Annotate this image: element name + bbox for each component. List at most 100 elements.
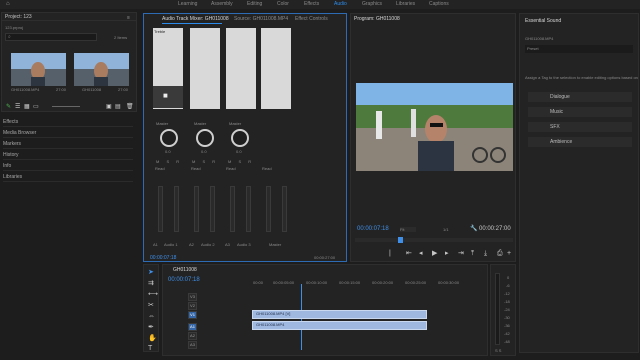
timeline-tab[interactable]: GH011008 [173, 267, 197, 273]
program-video-frame[interactable] [356, 83, 513, 171]
step-forward-icon[interactable]: ▸ [445, 250, 449, 257]
type-tool-icon[interactable]: T [148, 345, 152, 352]
automation-a1[interactable]: Read [155, 166, 165, 171]
video-clip[interactable]: GH011008.MP4 [V] [252, 310, 427, 319]
workspace-captions[interactable]: Captions [429, 1, 449, 7]
track-name-a2[interactable]: Audio 2 [201, 242, 215, 247]
preset-dropdown[interactable]: Preset [525, 45, 633, 53]
workspace-effects[interactable]: Effects [304, 1, 319, 7]
meter-solo-buttons[interactable]: S S [495, 348, 501, 353]
fit-dropdown[interactable]: Fit [400, 227, 416, 232]
list-view-icon[interactable]: ☰ [15, 103, 20, 110]
clip-thumbnail-2[interactable] [74, 53, 129, 86]
output-a1[interactable]: Master [156, 121, 168, 126]
slip-tool-icon[interactable]: ⇔ [148, 313, 155, 320]
audio-clip[interactable]: GH011008.MP4 [252, 321, 427, 330]
track-name-a1[interactable]: Audio 1 [164, 242, 178, 247]
new-item-icon[interactable]: ▤ [115, 103, 121, 110]
dialogue-button[interactable]: Dialogue [528, 92, 632, 102]
program-monitor-title[interactable]: Program: GH011008 [354, 16, 400, 22]
new-bin-icon[interactable]: ▣ [106, 103, 112, 110]
pan-knob-a2[interactable] [196, 129, 214, 147]
pan-knob-a3[interactable] [231, 129, 249, 147]
mute-solo-record-a2[interactable]: M S R [192, 159, 218, 164]
output-a3[interactable]: Master [229, 121, 241, 126]
sfx-button[interactable]: SFX [528, 122, 632, 132]
track-a3[interactable]: A3 [188, 341, 197, 349]
fader-master[interactable] [266, 186, 271, 232]
workspace-color[interactable]: Color [277, 1, 289, 7]
fader-a2[interactable] [194, 186, 199, 232]
pan-value-a2[interactable]: 0.0 [201, 149, 207, 154]
effects-inserts-master[interactable] [261, 28, 291, 109]
insert-treble[interactable]: Treble [153, 28, 183, 35]
mute-solo-record-a1[interactable]: M S R [156, 159, 182, 164]
program-scrubber[interactable] [355, 237, 513, 243]
mixer-timecode-current[interactable]: 00:00:07:18 [150, 255, 176, 261]
play-icon[interactable]: ▶ [432, 250, 437, 257]
hand-tool-icon[interactable]: ✋ [148, 335, 157, 342]
automation-a3[interactable]: Read [226, 166, 236, 171]
automation-master[interactable]: Read [262, 166, 272, 171]
track-v1[interactable]: V1 [188, 311, 197, 319]
track-a2[interactable]: A2 [188, 332, 197, 340]
tab-audio-track-mixer[interactable]: Audio Track Mixer: GH011008 [162, 16, 229, 22]
export-frame-icon[interactable]: ⎙ [497, 250, 503, 257]
track-name-a3[interactable]: Audio 3 [237, 242, 251, 247]
timeline-timecode[interactable]: 00:00:07:18 [168, 277, 200, 283]
selection-tool-icon[interactable]: ➤ [148, 269, 154, 276]
panel-media-browser[interactable]: Media Browser [3, 127, 133, 138]
step-back-icon[interactable]: ◂ [419, 250, 423, 257]
pan-value-a3[interactable]: 0.0 [236, 149, 242, 154]
panel-effects[interactable]: Effects [3, 116, 133, 127]
fader-a1[interactable] [158, 186, 163, 232]
panel-history[interactable]: History [3, 149, 133, 160]
lift-icon[interactable]: ⤒ [471, 250, 474, 257]
panel-menu-icon[interactable]: ≡ [127, 15, 130, 21]
freeform-view-icon[interactable]: ▭ [33, 103, 39, 110]
track-name-master[interactable]: Master [269, 242, 281, 247]
track-select-tool-icon[interactable]: ⇉ [148, 280, 154, 287]
playback-resolution-dropdown[interactable]: 1/1 [443, 227, 449, 232]
workspace-graphics[interactable]: Graphics [362, 1, 382, 7]
home-icon[interactable]: ⌂ [6, 1, 10, 7]
pan-knob-a1[interactable] [160, 129, 178, 147]
pencil-icon[interactable]: ✎ [6, 103, 11, 110]
ripple-edit-tool-icon[interactable]: ⟷ [148, 291, 158, 298]
ambience-button[interactable]: Ambience [528, 137, 632, 147]
razor-tool-icon[interactable]: ✂ [148, 302, 154, 309]
zoom-slider[interactable] [52, 106, 80, 107]
trash-icon[interactable]: 🗑 [126, 103, 134, 110]
wrench-icon[interactable]: 🔧 [470, 225, 477, 232]
icon-view-icon[interactable]: ▦ [24, 103, 30, 110]
effects-inserts-a2[interactable] [190, 28, 220, 109]
workspace-learning[interactable]: Learning [178, 1, 197, 7]
track-v2[interactable]: V2 [188, 302, 197, 310]
panel-libraries[interactable]: Libraries [3, 171, 133, 182]
fader-a3[interactable] [230, 186, 235, 232]
panel-info[interactable]: Info [3, 160, 133, 171]
music-button[interactable]: Music [528, 107, 632, 117]
clip-thumbnail-1[interactable] [11, 53, 66, 86]
tab-source[interactable]: Source: GH011008.MP4 [234, 16, 288, 22]
effects-inserts-a3[interactable] [226, 28, 256, 109]
tab-effect-controls[interactable]: Effect Controls [295, 16, 328, 22]
output-a2[interactable]: Master [194, 121, 206, 126]
go-to-out-icon[interactable]: ⇥ [458, 250, 464, 257]
workspace-assembly[interactable]: Assembly [211, 1, 233, 7]
pen-tool-icon[interactable]: ✒ [148, 324, 154, 331]
panel-markers[interactable]: Markers [3, 138, 133, 149]
project-search-input[interactable]: ⌕ [5, 33, 97, 41]
effects-inserts-a1[interactable]: Treble ■ [153, 28, 183, 109]
go-to-in-icon[interactable]: ⇤ [406, 250, 412, 257]
mark-in-icon[interactable]: | [389, 250, 391, 257]
workspace-editing[interactable]: Editing [247, 1, 262, 7]
add-button-icon[interactable]: + [507, 250, 511, 257]
workspace-libraries[interactable]: Libraries [396, 1, 415, 7]
automation-a2[interactable]: Read [191, 166, 201, 171]
track-a1[interactable]: A1 [188, 323, 197, 331]
pan-value-a1[interactable]: 0.0 [165, 149, 171, 154]
playhead-marker[interactable] [398, 237, 403, 243]
workspace-audio[interactable]: Audio [334, 1, 347, 7]
track-v3[interactable]: V3 [188, 293, 197, 301]
